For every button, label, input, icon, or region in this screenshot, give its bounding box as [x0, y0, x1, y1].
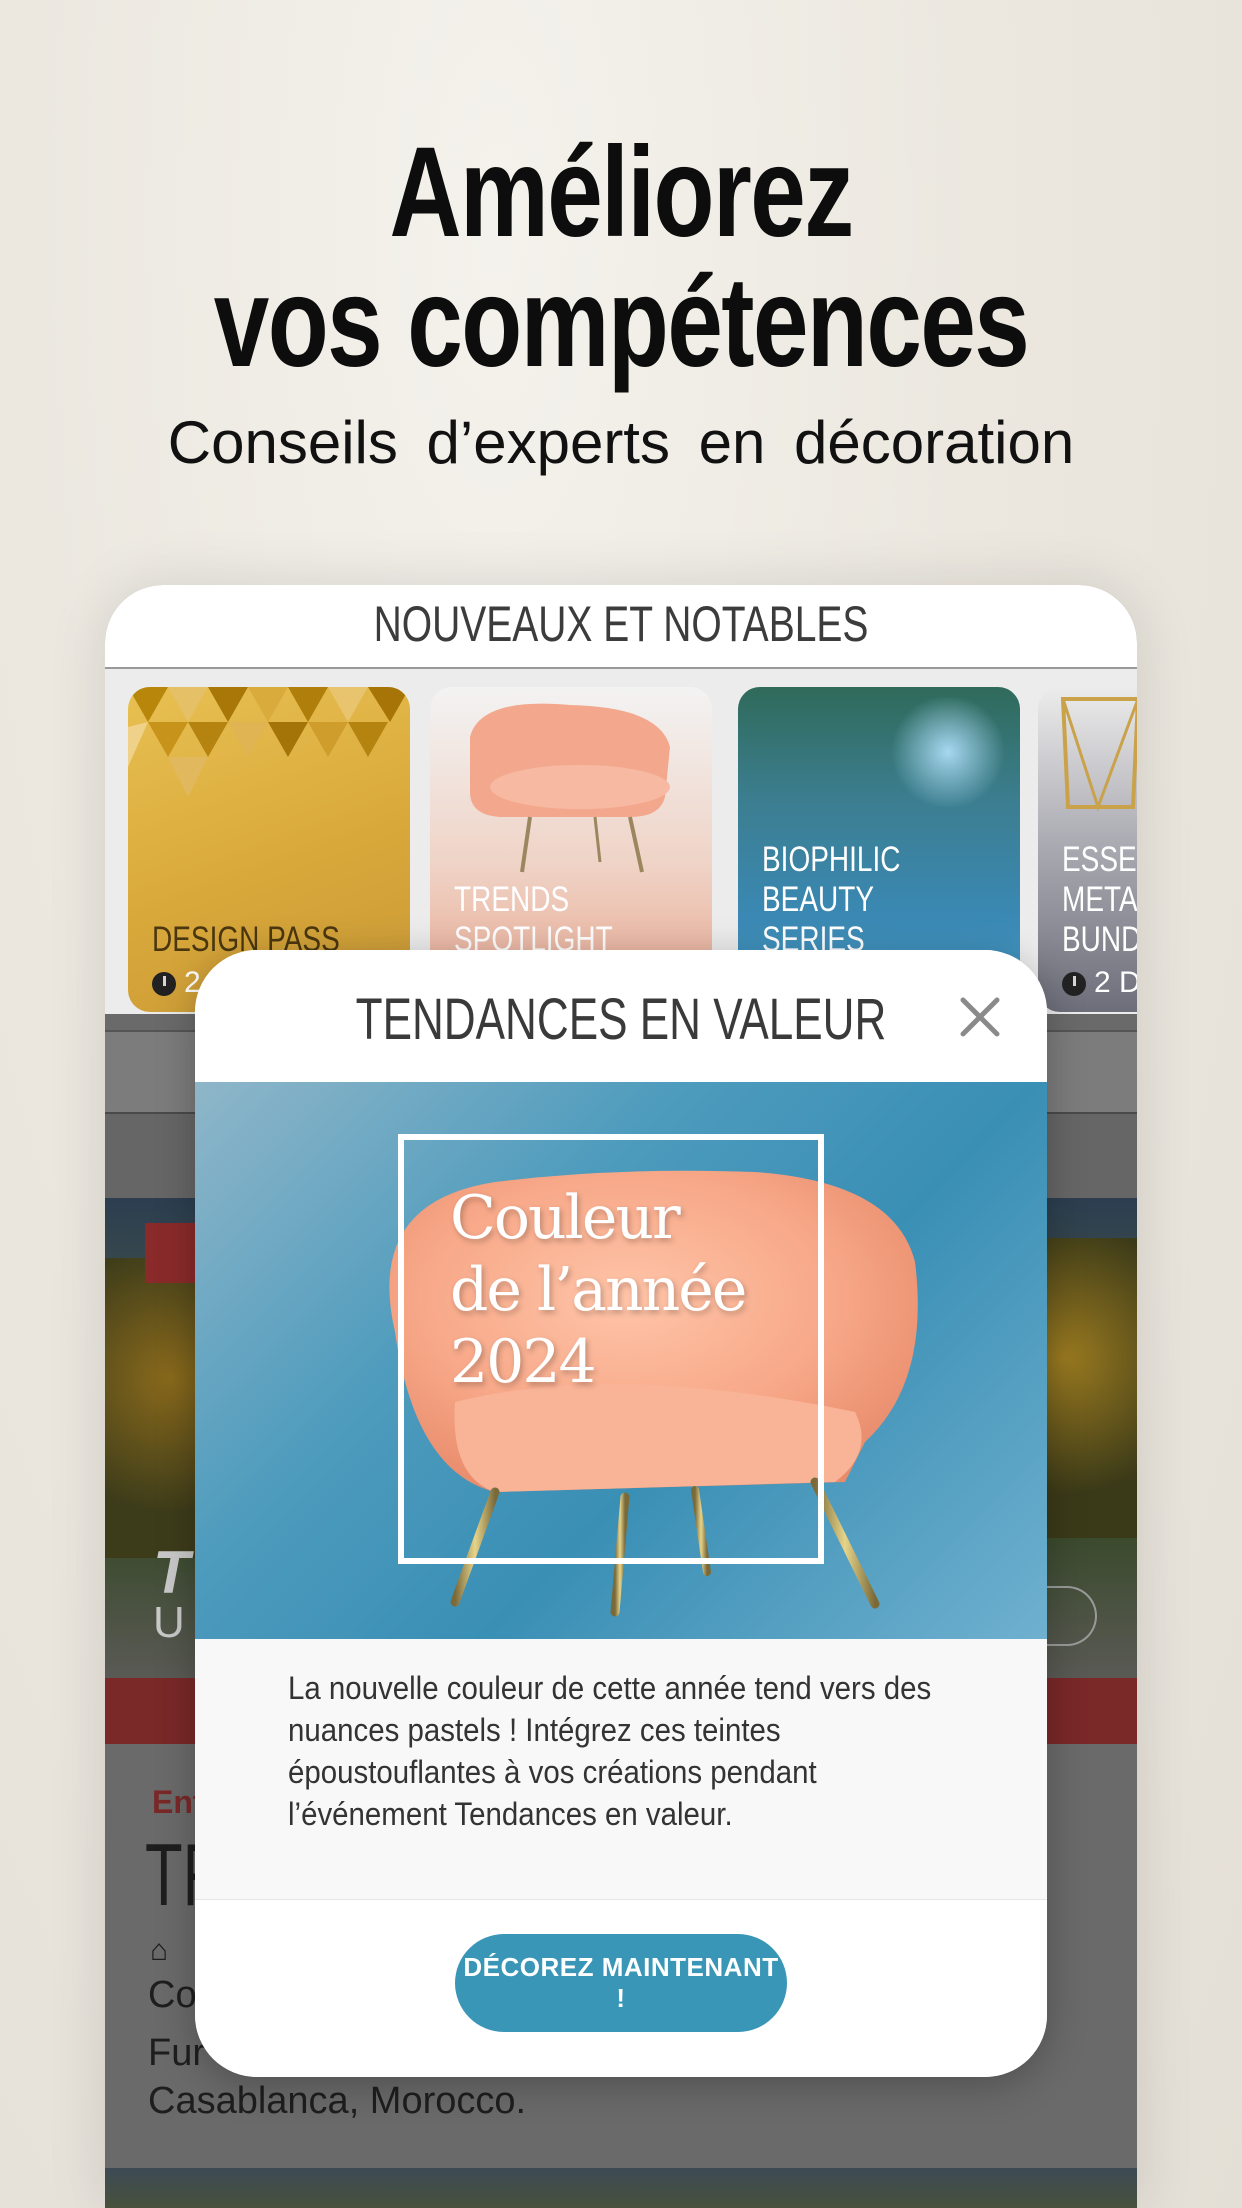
modal-title: TENDANCES EN VALEUR	[355, 987, 887, 1052]
tile-label: TRENDS SPOTLIGHT	[454, 880, 613, 959]
hero-title: Améliorez vos compétences	[137, 128, 1106, 388]
tile-meta-value: 2 D	[1094, 966, 1137, 999]
basket-icon	[1060, 697, 1137, 812]
photo-title-fragment: T	[153, 1539, 190, 1606]
hero-subtitle: Conseils d’experts en décoration	[167, 409, 1075, 476]
photo-subtitle-fragment: U	[153, 1598, 185, 1647]
light-glow	[888, 697, 1008, 807]
tile-label: BIOPHILIC BEAUTY SERIES	[762, 840, 901, 959]
modal-body: La nouvelle couleur de cette année tend …	[195, 1639, 1047, 1899]
modal-header: TENDANCES EN VALEUR	[195, 950, 1047, 1082]
modal-description: La nouvelle couleur de cette année tend …	[288, 1670, 932, 1832]
modal-footer: DÉCOREZ MAINTENANT !	[195, 1899, 1047, 2077]
promo-image: Couleur de l’année 2024	[195, 1082, 1047, 1639]
carousel-tile-essential[interactable]: ESSEN METAL BUND 2 D	[1038, 687, 1137, 1012]
armchair-icon	[470, 703, 670, 873]
hero-title-line1: Améliorez	[389, 121, 854, 264]
promo-modal: TENDANCES EN VALEUR Couleur de l’année 2…	[195, 950, 1047, 2077]
section-header: NOUVEAUX ET NOTABLES	[105, 585, 1137, 669]
triangle-pattern-icon	[128, 687, 410, 797]
tile-label: ESSEN METAL BUND	[1062, 840, 1137, 959]
close-icon[interactable]	[955, 992, 1005, 1042]
clock-icon	[1062, 972, 1086, 997]
decorate-now-button[interactable]: DÉCOREZ MAINTENANT !	[455, 1934, 787, 2032]
tile-meta: 2 D	[1062, 966, 1137, 1000]
section-title: NOUVEAUX ET NOTABLES	[373, 596, 869, 652]
background-photo-bottom	[105, 2168, 1137, 2208]
hero-title-line2: vos compétences	[213, 251, 1030, 394]
house-icon: ⌂	[150, 1934, 169, 1967]
promo-headline: Couleur de l’année 2024	[450, 1183, 747, 1397]
clock-icon	[152, 972, 176, 997]
